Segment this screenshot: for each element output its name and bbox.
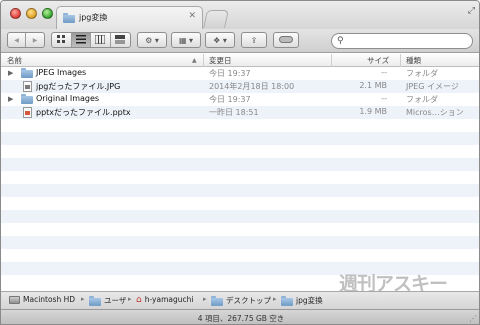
icon-view-icon (56, 34, 66, 46)
home-icon: ⌂ (136, 294, 142, 305)
jpeg-file-icon (23, 81, 32, 92)
new-tab-button[interactable] (203, 10, 229, 28)
file-kind: フォルダ (406, 69, 438, 78)
disclosure-triangle-icon[interactable]: ▶ (8, 69, 13, 77)
file-size: -- (381, 94, 387, 103)
modified-date: 今日 19:37 (209, 69, 251, 78)
path-item-home[interactable]: ⌂ h-yamaguchi (136, 295, 193, 304)
column-divider[interactable] (203, 54, 204, 67)
file-name: jpgだったファイル.JPG (36, 82, 121, 91)
folder-icon (89, 295, 101, 306)
path-separator-icon: ▸ (81, 295, 85, 303)
list-item[interactable]: pptxだったファイル.pptx 一昨日 18:51 1.9 MB Micros… (1, 106, 479, 119)
share-button[interactable]: ⇪ (241, 32, 267, 48)
folder-icon (63, 13, 75, 23)
close-window-button[interactable] (10, 8, 21, 19)
hard-drive-icon (9, 295, 20, 304)
view-mode-segmented (51, 32, 131, 48)
path-item-jpg-conversion[interactable]: jpg変換 (281, 295, 323, 306)
path-separator-icon: ▸ (203, 295, 207, 303)
forward-button[interactable]: ▶ (26, 33, 44, 47)
column-name-header[interactable]: 名前 (7, 55, 22, 66)
title-bar: jpg変換 ✕ ⤢ (1, 1, 479, 29)
column-date-header[interactable]: 変更日 (209, 55, 232, 66)
path-separator-icon: ▸ (273, 295, 277, 303)
fullscreen-icon[interactable]: ⤢ (468, 6, 475, 16)
file-kind: Micros…ション (406, 108, 464, 117)
resize-grip-icon[interactable]: ⋰ (469, 314, 477, 323)
dropbox-menu-button[interactable]: ❖ ▾ (205, 32, 235, 48)
gear-icon: ⚙ ▾ (145, 35, 159, 45)
forward-icon: ▶ (32, 36, 38, 44)
file-list: ▶ JPEG Images 今日 19:37 -- フォルダ jpgだったファイ… (1, 67, 479, 287)
arrange-menu-button[interactable]: ▦ ▾ (171, 32, 201, 48)
coverflow-view-button[interactable] (111, 33, 130, 47)
folder-icon (21, 68, 33, 78)
file-size: -- (381, 68, 387, 77)
back-icon: ◀ (14, 36, 19, 44)
back-button[interactable]: ◀ (8, 33, 27, 47)
file-size: 1.9 MB (359, 107, 387, 116)
file-name: pptxだったファイル.pptx (36, 108, 131, 117)
folder-icon (211, 295, 223, 306)
file-size: 2.1 MB (359, 81, 387, 90)
column-kind-header[interactable]: 種類 (406, 55, 421, 66)
file-name: JPEG Images (36, 68, 87, 77)
dropbox-icon: ❖ ▾ (213, 35, 227, 45)
tab-close-icon[interactable]: ✕ (188, 11, 196, 21)
tag-icon (279, 35, 293, 45)
path-item-users[interactable]: ユーザ (89, 295, 126, 306)
path-bar: Macintosh HD ▸ ユーザ ▸ ⌂ h-yamaguchi ▸ デスク… (1, 291, 479, 309)
toolbar: ◀ ▶ ⚙ ▾ ▦ ▾ ❖ ▾ ⇪ ⚲ (1, 29, 479, 53)
column-view-icon (94, 34, 106, 46)
zoom-window-button[interactable] (42, 8, 53, 19)
path-item-macintosh-hd[interactable]: Macintosh HD (9, 295, 75, 304)
sort-indicator-icon: ▲ (192, 57, 197, 64)
list-item[interactable]: jpgだったファイル.JPG 2014年2月18日 18:00 2.1 MB J… (1, 80, 479, 93)
finder-window: jpg変換 ✕ ⤢ ◀ ▶ ⚙ ▾ ▦ ▾ ❖ ▾ ⇪ ⚲ 名前 ▲ 変更日 サ… (0, 0, 480, 325)
action-menu-button[interactable]: ⚙ ▾ (137, 32, 167, 48)
list-view-button[interactable] (71, 33, 91, 47)
list-view-icon (75, 34, 86, 46)
column-divider[interactable] (331, 54, 332, 67)
path-item-label: jpg変換 (296, 296, 323, 305)
icon-view-button[interactable] (52, 33, 72, 47)
file-kind: JPEG イメージ (406, 82, 459, 91)
path-item-label: デスクトップ (226, 296, 271, 305)
arrange-icon: ▦ ▾ (178, 35, 194, 45)
file-name: Original Images (36, 94, 100, 103)
modified-date: 2014年2月18日 18:00 (209, 82, 295, 91)
tags-button[interactable] (273, 32, 299, 48)
disclosure-triangle-icon[interactable]: ▶ (8, 95, 13, 103)
column-size-header[interactable]: サイズ (367, 55, 389, 66)
file-kind: フォルダ (406, 95, 438, 104)
minimize-window-button[interactable] (26, 8, 37, 19)
pptx-file-icon (23, 107, 32, 118)
list-item[interactable]: ▶ JPEG Images 今日 19:37 -- フォルダ (1, 67, 479, 80)
status-bar: 4 項目、267.75 GB 空き ⋰ (1, 309, 479, 324)
path-item-label: ユーザ (104, 296, 127, 305)
path-separator-icon: ▸ (128, 295, 132, 303)
path-item-desktop[interactable]: デスクトップ (211, 295, 271, 306)
back-forward-buttons: ◀ ▶ (7, 32, 45, 48)
folder-icon (281, 295, 293, 306)
share-icon: ⇪ (250, 35, 258, 45)
path-item-label: Macintosh HD (23, 295, 76, 304)
modified-date: 一昨日 18:51 (209, 108, 259, 117)
list-item[interactable]: ▶ Original Images 今日 19:37 -- フォルダ (1, 93, 479, 106)
column-divider[interactable] (400, 54, 401, 67)
search-icon: ⚲ (337, 36, 344, 46)
column-header: 名前 ▲ 変更日 サイズ 種類 (1, 54, 479, 67)
status-text: 4 項目、267.75 GB 空き (197, 314, 285, 323)
tab-title: jpg変換 (79, 13, 108, 22)
search-input[interactable]: ⚲ (331, 33, 473, 49)
coverflow-view-icon (115, 34, 126, 46)
tab-jpg-conversion[interactable]: jpg変換 ✕ (56, 6, 203, 29)
modified-date: 今日 19:37 (209, 95, 251, 104)
folder-icon (21, 94, 33, 104)
column-view-button[interactable] (91, 33, 111, 47)
path-item-label: h-yamaguchi (144, 295, 194, 304)
